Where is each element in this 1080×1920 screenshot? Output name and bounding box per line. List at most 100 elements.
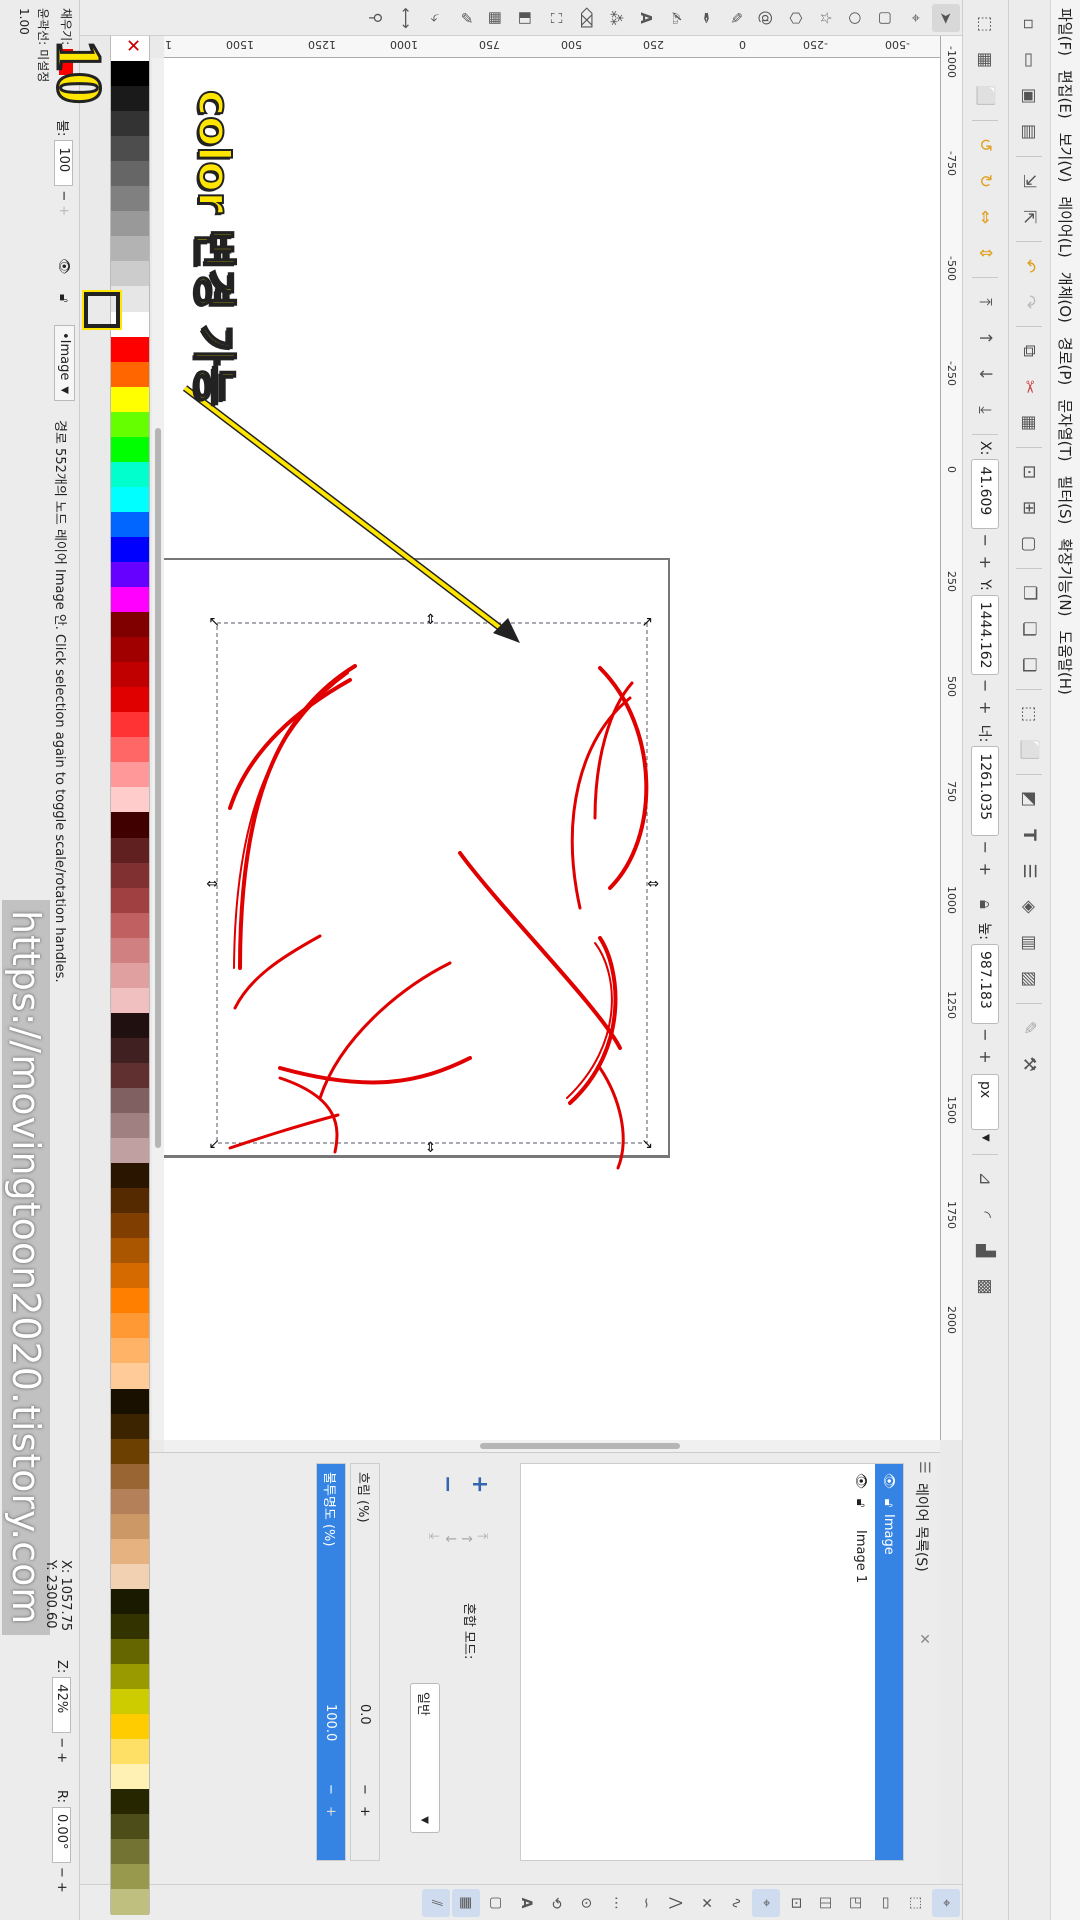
- select-all-icon[interactable]: ⬚: [971, 9, 1001, 39]
- menu-file[interactable]: 파일(F): [1055, 8, 1076, 56]
- menu-help[interactable]: 도움말(H): [1055, 631, 1076, 695]
- palette-swatch[interactable]: [111, 486, 149, 512]
- palette-swatch[interactable]: [111, 186, 149, 212]
- snap-center-icon[interactable]: ⊙: [572, 1889, 600, 1917]
- snap-page-icon[interactable]: ▢: [482, 1889, 510, 1917]
- palette-swatch[interactable]: [111, 1739, 149, 1765]
- scale-stroke-icon[interactable]: ⊿: [971, 1164, 1001, 1194]
- palette-swatch[interactable]: [111, 712, 149, 738]
- snap-smooth-icon[interactable]: ∽: [632, 1889, 660, 1917]
- palette-swatch[interactable]: [111, 1764, 149, 1790]
- snap-rotation-icon[interactable]: ⟲: [542, 1889, 570, 1917]
- palette-swatch[interactable]: [111, 912, 149, 938]
- palette-swatch[interactable]: [111, 787, 149, 813]
- width-minus[interactable]: −: [976, 836, 995, 858]
- unit-value[interactable]: px: [971, 1073, 1000, 1130]
- x-plus[interactable]: +: [976, 551, 995, 573]
- add-layer-icon[interactable]: +: [467, 1475, 492, 1493]
- x-minus[interactable]: −: [976, 529, 995, 551]
- lock-ratio-icon[interactable]: 🔒︎: [971, 889, 1001, 919]
- select-all-layers-icon[interactable]: ▦: [971, 45, 1001, 75]
- snap-guide-icon[interactable]: ⫽: [422, 1889, 450, 1917]
- zoom-minus[interactable]: −: [54, 1737, 69, 1748]
- scroll-thumb[interactable]: [155, 428, 161, 1148]
- red-brush-strokes[interactable]: [228, 664, 649, 1170]
- palette-swatch[interactable]: [111, 461, 149, 487]
- flip-vertical-icon[interactable]: ⇕: [971, 238, 1001, 268]
- eye-icon[interactable]: 👁︎: [56, 258, 71, 275]
- rotation-minus[interactable]: −: [54, 1867, 69, 1878]
- palette-swatch[interactable]: [111, 1413, 149, 1439]
- cut-icon[interactable]: ✂: [1015, 372, 1045, 402]
- opacity-minus[interactable]: −: [56, 190, 71, 201]
- copy-icon[interactable]: ⧉: [1015, 336, 1045, 366]
- palette-swatch[interactable]: [111, 1563, 149, 1589]
- blur-slider[interactable]: 흐림 (%) 0.0 − +: [350, 1463, 380, 1861]
- print-icon[interactable]: ▤: [1015, 117, 1045, 147]
- palette-swatch[interactable]: [111, 1338, 149, 1364]
- scroll-thumb[interactable]: [480, 1443, 680, 1449]
- snap-text-baseline-icon[interactable]: A: [512, 1889, 540, 1917]
- ungroup-icon[interactable]: ⬜: [1015, 735, 1045, 765]
- palette-swatch[interactable]: [111, 61, 149, 87]
- document-properties-icon[interactable]: ✎: [1015, 1013, 1045, 1043]
- eye-icon[interactable]: 👁︎: [854, 1470, 869, 1492]
- palette-swatch[interactable]: [111, 837, 149, 863]
- palette-swatch[interactable]: [111, 361, 149, 387]
- menu-edit[interactable]: 편집(E): [1055, 70, 1076, 119]
- palette-swatch[interactable]: [111, 161, 149, 187]
- palette-swatch[interactable]: [111, 211, 149, 237]
- open-icon[interactable]: ▭: [1015, 45, 1045, 75]
- palette-swatch[interactable]: [111, 111, 149, 137]
- gradient-tool-icon[interactable]: ◧: [512, 4, 540, 32]
- rectangle-tool-icon[interactable]: ▢: [872, 4, 900, 32]
- palette-swatch[interactable]: [111, 1814, 149, 1840]
- duplicate-icon[interactable]: ❐: [1015, 578, 1045, 608]
- palette-swatch[interactable]: [111, 1538, 149, 1564]
- palette-swatch[interactable]: [111, 1062, 149, 1088]
- blur-minus[interactable]: −: [358, 1784, 373, 1806]
- palette-swatch[interactable]: [111, 812, 149, 838]
- lock-icon[interactable]: 🔓︎: [854, 1492, 869, 1514]
- redo-icon[interactable]: ↷: [1015, 287, 1045, 317]
- palette-swatch[interactable]: [111, 411, 149, 437]
- export-icon[interactable]: ⇱: [1015, 202, 1045, 232]
- unlink-clone-icon[interactable]: ❑: [1015, 650, 1045, 680]
- menu-text[interactable]: 문자열(T): [1055, 399, 1076, 461]
- paste-icon[interactable]: ▦: [1015, 408, 1045, 438]
- palette-swatch[interactable]: [111, 136, 149, 162]
- y-minus[interactable]: −: [976, 675, 995, 697]
- vertical-scrollbar[interactable]: [164, 1440, 940, 1452]
- palette-swatch[interactable]: [111, 236, 149, 262]
- rotation-input[interactable]: 0.00°: [52, 1807, 71, 1864]
- palette-swatch[interactable]: [111, 1714, 149, 1740]
- snap-bbox-midpoint-icon[interactable]: ◫: [812, 1889, 840, 1917]
- palette-swatch[interactable]: [111, 1113, 149, 1139]
- rotate-ccw-icon[interactable]: ↺: [971, 130, 1001, 160]
- palette-swatch[interactable]: [111, 1363, 149, 1389]
- text-tool-icon[interactable]: A: [632, 4, 660, 32]
- zoom-plus[interactable]: +: [54, 1752, 69, 1763]
- palette-swatch-none[interactable]: ✕: [111, 36, 149, 62]
- palette-swatch[interactable]: [111, 336, 149, 362]
- close-icon[interactable]: ✕: [916, 1633, 932, 1645]
- mesh-tool-icon[interactable]: ▦: [482, 4, 510, 32]
- xml-editor-icon[interactable]: ◈: [1015, 892, 1045, 922]
- zoom-input[interactable]: 42%: [52, 1677, 71, 1734]
- palette-swatch[interactable]: [111, 1664, 149, 1690]
- menu-filter[interactable]: 필터(S): [1055, 476, 1076, 525]
- palette-swatch[interactable]: [111, 1689, 149, 1715]
- palette-swatch[interactable]: [111, 1087, 149, 1114]
- snap-grid-icon[interactable]: ▦: [452, 1889, 480, 1917]
- flip-horizontal-icon[interactable]: ⇔: [971, 202, 1001, 232]
- selector-tool-icon[interactable]: ➤: [932, 4, 960, 32]
- pencil-tool-icon[interactable]: ✎: [722, 4, 750, 32]
- palette-swatch[interactable]: [111, 536, 149, 562]
- snap-bbox-center-icon[interactable]: ⊡: [782, 1889, 810, 1917]
- opacity-minus[interactable]: −: [324, 1784, 339, 1806]
- rotate-cw-icon[interactable]: ↻: [971, 166, 1001, 196]
- blend-mode-select[interactable]: 일반 ▼: [410, 1683, 440, 1833]
- snap-bbox-edge-icon[interactable]: ▭: [872, 1889, 900, 1917]
- transform-gradient-icon[interactable]: ▟: [971, 1236, 1001, 1266]
- layer-row-image[interactable]: 👁︎ 🔓︎ Image: [875, 1464, 903, 1860]
